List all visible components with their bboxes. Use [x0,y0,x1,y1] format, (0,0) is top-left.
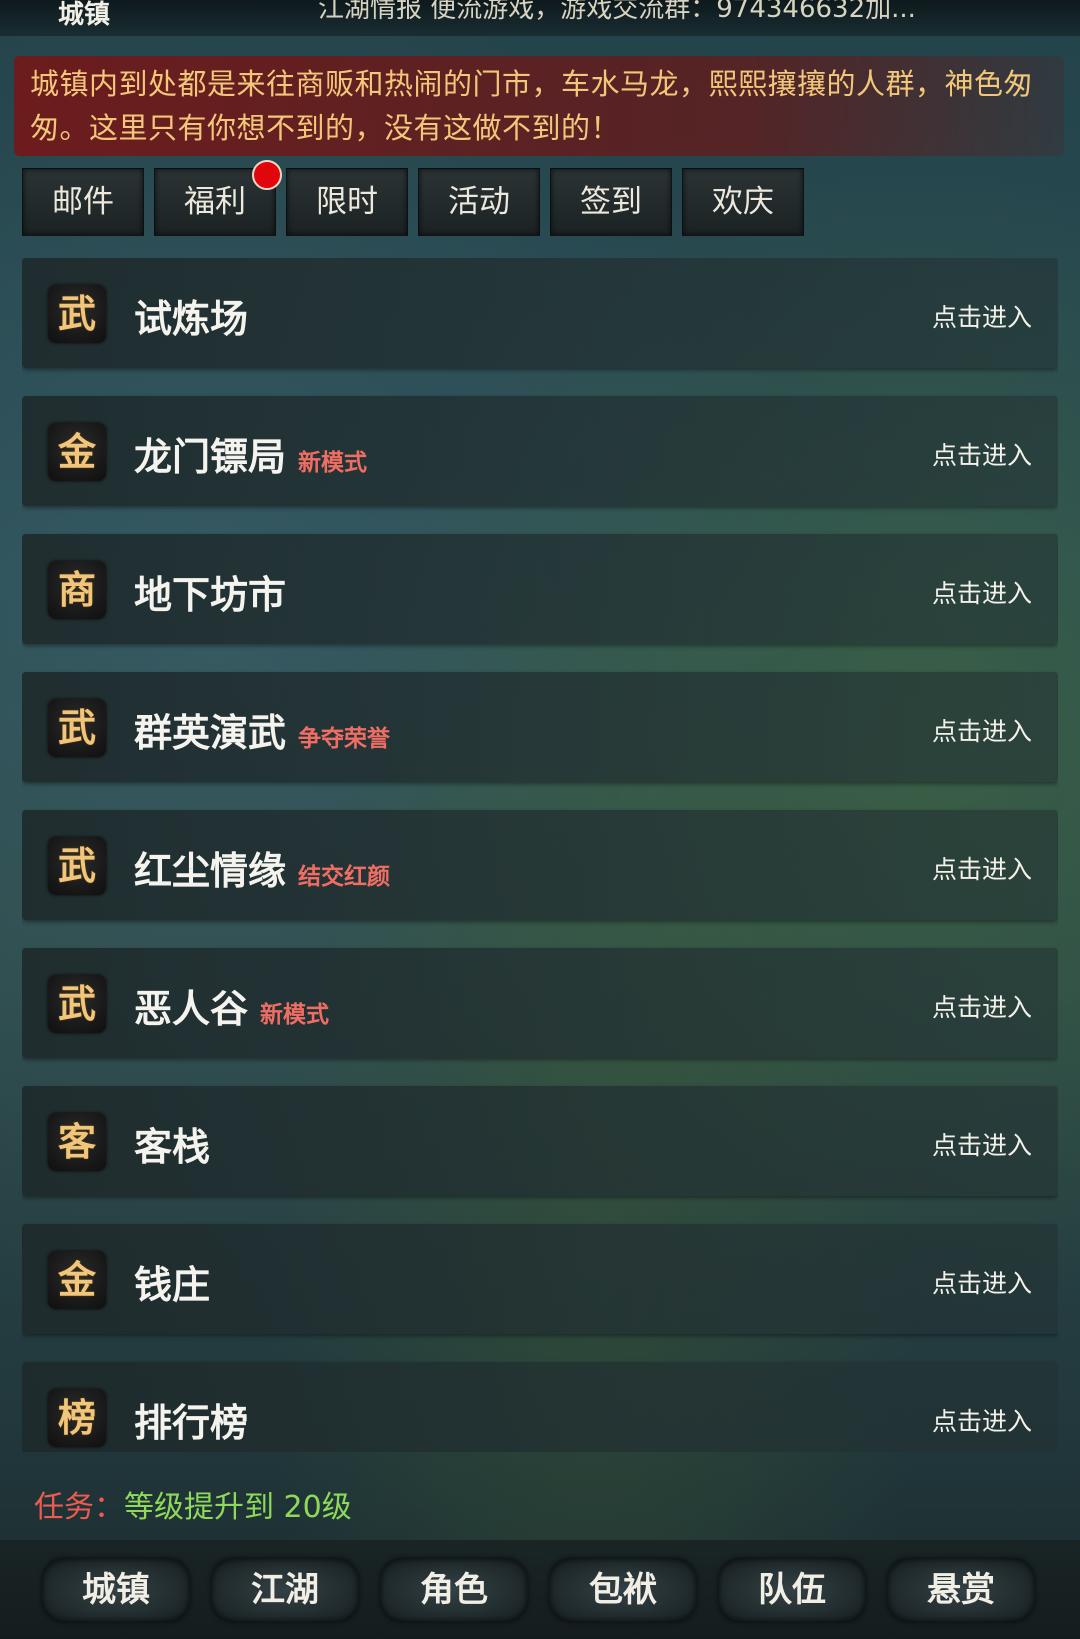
location-name-wrap: 客栈 [134,1116,210,1171]
location-tag: 结交红颜 [298,863,391,890]
top-header: 城镇 江湖情报 便流游戏，游戏交流群：974346632加... [0,0,1080,36]
martial-icon: 武 [48,699,106,757]
location-name: 钱庄 [134,1263,211,1307]
news-marquee: 江湖情报 便流游戏，游戏交流群：974346632加... [318,0,916,24]
enter-link[interactable]: 点击进入 [932,1126,1032,1162]
location-row-trial-ground[interactable]: 武 试炼场 点击进入 [22,258,1058,368]
location-name-wrap: 地下坊市 [134,564,286,619]
location-title: 城镇 [58,0,111,30]
martial-icon: 武 [48,975,106,1033]
tab-limited[interactable]: 限时 [286,168,408,236]
location-name: 地下坊市 [134,573,287,617]
town-intro-panel: 城镇内到处都是来往商贩和热闹的门市，车水马龙，熙熙攘攘的人群，神色匆匆。这里只有… [14,56,1064,156]
tab-mail[interactable]: 邮件 [22,168,144,236]
nav-bounty[interactable]: 悬赏 [887,1558,1035,1622]
location-tag: 新模式 [260,1001,330,1028]
location-name-wrap: 排行榜 [134,1392,248,1447]
enter-link[interactable]: 点击进入 [932,712,1032,748]
enter-link[interactable]: 点击进入 [932,850,1032,886]
location-tag: 新模式 [298,449,368,476]
location-name-wrap: 群英演武 争夺荣誉 [134,702,390,757]
location-name: 试炼场 [134,297,249,341]
gold-icon: 金 [48,423,106,481]
inn-icon: 客 [48,1113,106,1171]
merchant-icon: 商 [48,561,106,619]
location-row-dragon-gate-escort[interactable]: 金 龙门镖局 新模式 点击进入 [22,396,1058,506]
town-intro-text: 城镇内到处都是来往商贩和热闹的门市，车水马龙，熙熙攘攘的人群，神色匆匆。这里只有… [30,67,1034,145]
task-text: 等级提升到 20级 [124,1490,352,1525]
location-name: 群英演武 [134,711,287,755]
location-name: 客栈 [134,1125,211,1169]
nav-character[interactable]: 角色 [380,1558,528,1622]
enter-link[interactable]: 点击进入 [932,436,1032,472]
tab-checkin[interactable]: 签到 [550,168,672,236]
location-row-leaderboard[interactable]: 榜 排行榜 点击进入 [22,1362,1058,1452]
location-name-wrap: 钱庄 [134,1254,210,1309]
location-name-wrap: 恶人谷 新模式 [134,978,329,1033]
nav-jianghu[interactable]: 江湖 [211,1558,359,1622]
martial-icon: 武 [48,837,106,895]
location-name: 恶人谷 [134,987,249,1031]
nav-town[interactable]: 城镇 [42,1558,190,1622]
location-tag: 争夺荣誉 [298,725,391,752]
gold-icon: 金 [48,1251,106,1309]
martial-icon: 武 [48,285,106,343]
location-row-hero-tournament[interactable]: 武 群英演武 争夺荣誉 点击进入 [22,672,1058,782]
location-name: 红尘情缘 [134,849,287,893]
location-list: 武 试炼场 点击进入 金 龙门镖局 新模式 点击进入 商 地下坊市 点击进入 武 … [22,258,1058,1452]
location-name-wrap: 试炼场 [134,288,248,343]
location-row-inn[interactable]: 客 客栈 点击进入 [22,1086,1058,1196]
enter-link[interactable]: 点击进入 [932,1402,1032,1438]
location-row-underground-market[interactable]: 商 地下坊市 点击进入 [22,534,1058,644]
location-row-bank[interactable]: 金 钱庄 点击进入 [22,1224,1058,1334]
leaderboard-icon: 榜 [48,1389,106,1447]
tab-events[interactable]: 活动 [418,168,540,236]
enter-link[interactable]: 点击进入 [932,298,1032,334]
bottom-nav: 城镇 江湖 角色 包袱 队伍 悬赏 [0,1540,1080,1639]
location-name: 排行榜 [134,1401,249,1445]
notification-dot [252,160,282,190]
task-label: 任务： [34,1490,124,1525]
enter-link[interactable]: 点击进入 [932,988,1032,1024]
enter-link[interactable]: 点击进入 [932,1264,1032,1300]
location-name-wrap: 龙门镖局 新模式 [134,426,367,481]
location-row-romance[interactable]: 武 红尘情缘 结交红颜 点击进入 [22,810,1058,920]
current-task[interactable]: 任务：等级提升到 20级 [34,1482,352,1526]
enter-link[interactable]: 点击进入 [932,574,1032,610]
nav-team[interactable]: 队伍 [718,1558,866,1622]
tab-celebration[interactable]: 欢庆 [682,168,804,236]
location-name-wrap: 红尘情缘 结交红颜 [134,840,390,895]
nav-inventory[interactable]: 包袱 [549,1558,697,1622]
location-row-villain-valley[interactable]: 武 恶人谷 新模式 点击进入 [22,948,1058,1058]
location-name: 龙门镖局 [134,435,287,479]
